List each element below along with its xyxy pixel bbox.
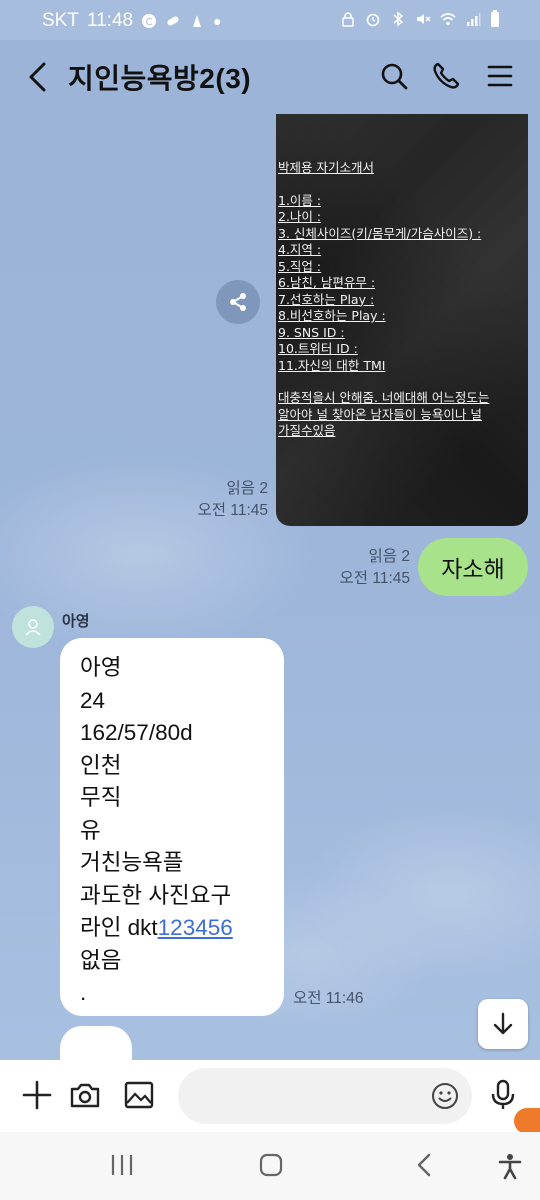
message-time: 오전 11:46: [293, 990, 364, 1007]
sender-name: 아영: [62, 613, 90, 630]
message-line: 없음: [80, 947, 122, 973]
accessibility-icon[interactable]: [496, 1152, 524, 1180]
message-line: 162/57/80d: [80, 720, 193, 745]
message-time: 오전 11:45: [197, 502, 268, 519]
search-icon[interactable]: [378, 60, 410, 92]
status-bar: SKT 11:48 C ●: [0, 0, 540, 40]
scroll-to-bottom-button[interactable]: [478, 999, 528, 1049]
image-note: 대충적을시 안해줌. 너에대해 어느정도는: [278, 390, 490, 405]
gallery-icon[interactable]: [122, 1078, 156, 1112]
image-title: 박제용 자기소개서: [278, 160, 374, 175]
wifi-icon: [440, 13, 456, 26]
back-nav-icon[interactable]: [414, 1152, 434, 1178]
arrow-down-icon: [493, 1012, 513, 1035]
image-field: 5.직업 :: [278, 258, 322, 274]
bluetooth-icon: [393, 11, 404, 27]
photo-meta: 읽음 2 오전 11:45: [198, 478, 268, 522]
image-field: 11.자신의 대한 TMI: [278, 357, 386, 373]
signal-icon: [467, 13, 481, 26]
image-field: 9. SNS ID :: [278, 324, 345, 340]
image-field: 10.트위터 ID :: [278, 341, 358, 356]
image-field: 1.이름 :: [278, 192, 322, 208]
my-message-bubble[interactable]: 자소해: [418, 538, 528, 596]
image-note: 알아야 널 찾아온 남자들이 능욕이나 널: [278, 406, 482, 422]
chat-area[interactable]: 박제용 자기소개서 1.이름 : 2.나이 : 3. 신체사이즈(키/몸무게/가…: [0, 114, 540, 1060]
image-note: 가질수있음: [278, 423, 336, 438]
message-input-bar: [0, 1060, 540, 1132]
battery-icon: [491, 10, 499, 27]
image-field: 4.지역 :: [278, 242, 322, 257]
back-arrow-icon[interactable]: [24, 60, 54, 94]
read-count: 읽음 2: [226, 480, 268, 497]
carrier-label: SKT: [42, 10, 79, 31]
pill-icon: [167, 16, 179, 26]
image-field: 7.선호하는 Play :: [278, 291, 375, 307]
line-id-prefix: 라인 dkt: [80, 915, 158, 940]
chat-header: 지인능욕방2(3): [0, 40, 540, 114]
message-input[interactable]: [178, 1068, 472, 1124]
image-field: 6.남친, 남편유무 :: [278, 275, 376, 290]
image-text: 박제용 자기소개서 1.이름 : 2.나이 : 3. 신체사이즈(키/몸무게/가…: [278, 160, 489, 440]
lock-icon: [342, 12, 354, 27]
call-icon[interactable]: [430, 60, 462, 92]
message-line: 아영: [80, 655, 122, 680]
message-line: 과도한 사진요구: [80, 882, 232, 908]
message-line: 무직: [80, 785, 122, 810]
message-line: 인천: [80, 752, 122, 778]
alarm-icon: [366, 13, 380, 27]
image-message[interactable]: 박제용 자기소개서 1.이름 : 2.나이 : 3. 신체사이즈(키/몸무게/가…: [276, 114, 528, 526]
mute-icon: [417, 14, 431, 24]
svg-text:C: C: [146, 17, 153, 28]
message-line: 라인 dkt123456: [80, 912, 233, 945]
game-notification-icon: [193, 15, 202, 27]
clock: 11:48: [86, 10, 134, 31]
plus-icon[interactable]: [20, 1078, 54, 1112]
share-button[interactable]: [216, 280, 260, 324]
chat-title: 지인능욕방2(3): [68, 63, 252, 94]
more-dot-icon: ●: [213, 13, 222, 29]
incoming-message-bubble[interactable]: 아영 24 162/57/80d 인천 무직 유 거친능욕플 과도한 사진요구 …: [60, 638, 284, 1016]
microphone-icon[interactable]: [486, 1078, 520, 1112]
message-line: 24: [80, 687, 106, 713]
floating-badge-icon[interactable]: [514, 1108, 540, 1134]
image-field: 3. 신체사이즈(키/몸무게/가슴사이즈) :: [278, 225, 482, 241]
message-line: .: [80, 980, 87, 1005]
message-line: 거친능욕플: [80, 850, 184, 875]
system-navigation-bar: [0, 1132, 540, 1200]
incoming-message-bubble[interactable]: [60, 1026, 132, 1060]
image-field: 2.나이 :: [278, 209, 322, 224]
c-notification-icon: C: [142, 14, 157, 28]
camera-icon[interactable]: [68, 1078, 102, 1112]
person-icon: [25, 619, 41, 636]
message-line: 유: [80, 817, 101, 843]
phone-number-link[interactable]: 123456: [158, 915, 233, 940]
home-icon[interactable]: [258, 1152, 284, 1178]
recent-apps-icon[interactable]: [110, 1152, 134, 1178]
message-text: 자소해: [441, 556, 505, 582]
menu-icon[interactable]: [484, 60, 516, 92]
emoji-icon[interactable]: [430, 1081, 460, 1111]
avatar[interactable]: [12, 606, 54, 648]
my-message-meta: 읽음 2 오전 11:45: [340, 546, 410, 590]
read-count: 읽음 2: [368, 548, 410, 565]
share-icon: [230, 293, 246, 311]
message-time: 오전 11:45: [339, 570, 410, 587]
image-field: 8.비선호하는 Play :: [278, 308, 386, 323]
